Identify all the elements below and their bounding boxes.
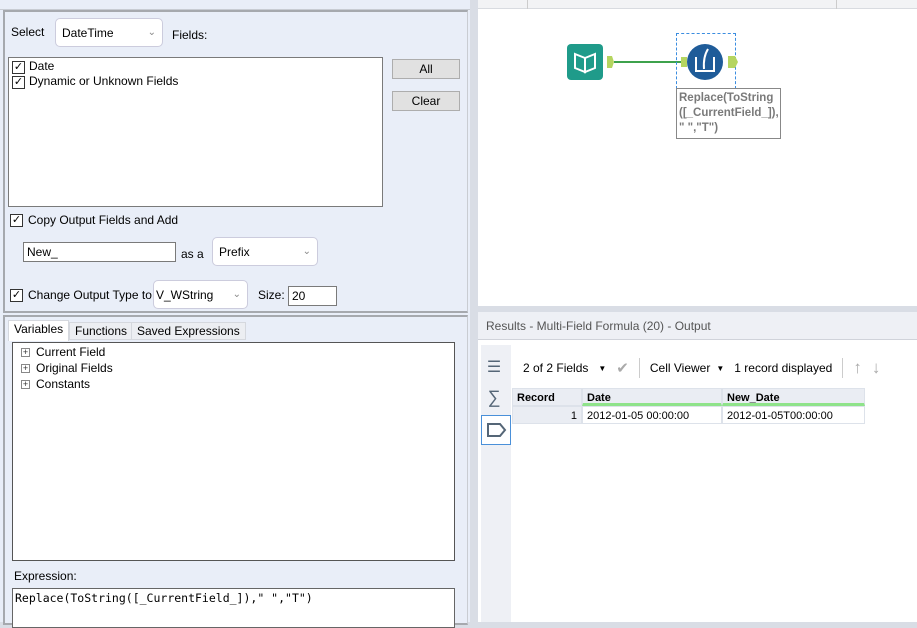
output-type-dropdown[interactable]: V_WString ⌄ [153,280,248,309]
field-checkbox-date[interactable]: ✓ [12,61,25,74]
output-anchor [607,56,614,68]
divider [836,0,837,9]
change-type-checkbox[interactable]: ✓ [10,289,23,302]
results-panel: Results - Multi-Field Formula (20) - Out… [478,312,917,622]
tree-item-current-field[interactable]: + Current Field [21,345,105,359]
copy-output-label: Copy Output Fields and Add [28,213,179,227]
arrow-up-icon[interactable]: ↑ [853,358,862,378]
column-header-date[interactable]: Date [582,388,722,406]
tab-variables[interactable]: Variables [8,320,70,341]
multi-field-formula-tool-icon[interactable] [686,43,748,83]
results-toolbar: 2 of 2 Fields ▼ ✔ Cell Viewer ▼ 1 record… [523,358,880,378]
cell-date[interactable]: 2012-01-05 00:00:00 [582,406,722,424]
panel-top-strip [0,0,470,10]
cell-viewer-button[interactable]: Cell Viewer [650,361,710,375]
tab-saved-expressions[interactable]: Saved Expressions [131,322,246,340]
tree-item-original-fields[interactable]: + Original Fields [21,361,113,375]
size-input[interactable]: 20 [288,286,337,306]
field-checkbox-dynamic[interactable]: ✓ [12,76,25,89]
select-label: Select [11,25,45,39]
summary-icon[interactable]: ∑ [485,387,503,407]
expand-icon[interactable]: + [21,347,30,357]
clear-button[interactable]: Clear [392,91,460,111]
output-type-value: V_WString [156,287,214,302]
chevron-down-icon: ⌄ [147,27,156,38]
tree-label: Current Field [36,345,106,359]
fields-selector[interactable]: 2 of 2 Fields [523,361,588,375]
expression-label: Expression: [14,569,77,583]
results-sidebar: ☰ ∑ [481,345,511,622]
tree-label: Constants [36,377,91,391]
workflow-canvas[interactable]: Replace(ToString ([_CurrentField_]), " "… [478,0,917,306]
configuration-panel: Select DateTime ⌄ Fields: ✓ Date ✓ Dynami… [0,0,470,628]
divider [527,0,528,9]
dropdown-caret-icon[interactable]: ▼ [716,364,724,373]
column-header-new-date[interactable]: New_Date [722,388,865,406]
metadata-tab[interactable] [481,415,511,445]
tree-label: Original Fields [36,361,113,375]
as-a-label: as a [181,247,204,261]
prefix-input[interactable]: New_ [23,242,176,262]
field-label: Date [29,59,55,73]
select-type-dropdown[interactable]: DateTime ⌄ [55,18,163,47]
cell-new-date[interactable]: 2012-01-05T00:00:00 [722,406,865,424]
arrow-down-icon[interactable]: ↓ [872,358,881,378]
tag-icon [487,423,507,437]
column-header-record[interactable]: Record [512,388,582,406]
fields-label: Fields: [172,28,208,42]
change-type-label: Change Output Type to [28,288,152,302]
dropdown-caret-icon[interactable]: ▼ [598,364,606,373]
expand-icon[interactable]: + [21,363,30,373]
variables-tree: + Current Field + Original Fields + Constan… [12,342,455,561]
table-view-icon[interactable]: ☰ [485,357,503,376]
canvas-top-strip [478,0,917,9]
row-record-number: 1 [512,406,582,424]
prefix-mode-value: Prefix [219,244,250,259]
all-button[interactable]: All [392,59,460,79]
field-label: Dynamic or Unknown Fields [29,74,179,88]
prefix-mode-dropdown[interactable]: Prefix ⌄ [212,237,318,266]
results-title: Results - Multi-Field Formula (20) - Out… [478,312,917,340]
tool-annotation: Replace(ToString ([_CurrentField_]), " "… [676,88,781,139]
tree-item-constants[interactable]: + Constants [21,377,90,391]
fields-list: ✓ Date ✓ Dynamic or Unknown Fields [8,57,383,207]
chevron-down-icon: ⌄ [302,246,311,257]
select-type-value: DateTime [62,25,114,40]
divider [842,358,844,378]
expand-icon[interactable]: + [21,379,30,389]
checkmark-icon[interactable]: ✔ [616,359,629,377]
expression-editor[interactable]: Replace(ToString([_CurrentField_])," ","… [12,588,455,628]
size-label: Size: [258,288,285,302]
chevron-down-icon: ⌄ [232,289,241,300]
copy-output-checkbox[interactable]: ✓ [10,214,23,227]
tab-functions[interactable]: Functions [69,322,134,340]
records-displayed: 1 record displayed [734,361,833,375]
divider [638,358,640,378]
